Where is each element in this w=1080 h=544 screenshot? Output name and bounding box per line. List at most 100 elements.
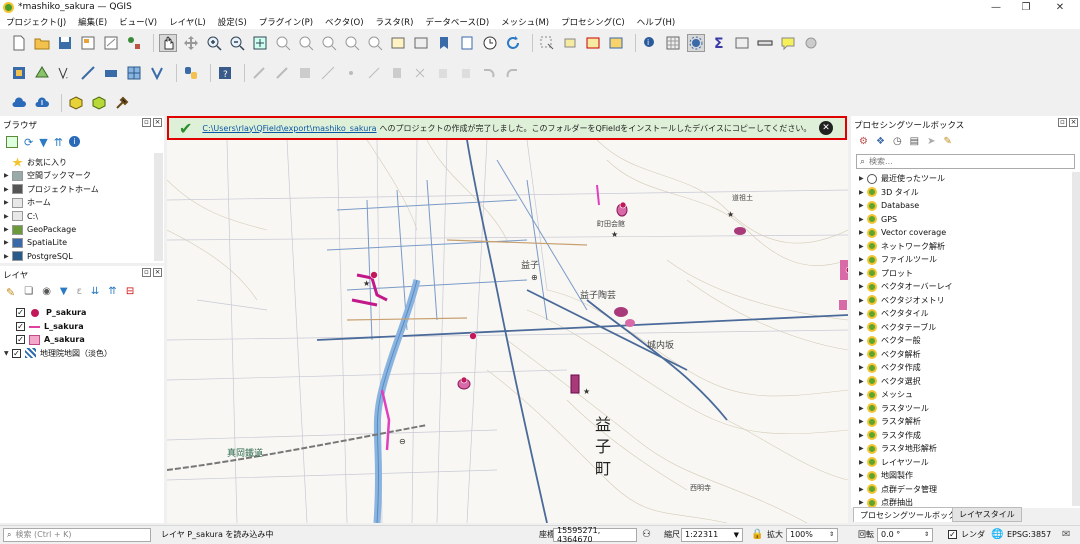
expand-arrow-icon[interactable]: ▶ — [859, 405, 867, 412]
redo-icon[interactable] — [503, 64, 521, 82]
layer-item[interactable]: ▼ ✓ 地理院地図（淡色） — [4, 347, 112, 360]
close-window-button[interactable]: ✕ — [1048, 0, 1072, 14]
history-icon[interactable]: ◷ — [893, 136, 902, 147]
processing-group-item[interactable]: ▶ ベクタタイル — [859, 307, 929, 320]
rotation-field[interactable]: 0.0 ° ⇕ — [877, 527, 933, 542]
layer-visibility-checkbox[interactable]: ✓ — [12, 348, 21, 358]
processing-group-item[interactable]: ▶ ベクタ解析 — [859, 348, 921, 361]
show-bookmarks-icon[interactable] — [458, 34, 476, 52]
layer-visibility-checkbox[interactable]: ✓ — [16, 335, 25, 345]
filter-expression-icon[interactable]: ε — [77, 286, 82, 299]
zoom-last-icon[interactable] — [343, 34, 361, 52]
data-source-manager-icon[interactable] — [10, 64, 28, 82]
save-edits-icon[interactable] — [296, 64, 314, 82]
render-checkbox[interactable]: ✓ — [948, 530, 957, 539]
processing-group-item[interactable]: ▶ 最近使ったツール — [859, 172, 945, 185]
expand-arrow-icon[interactable]: ▶ — [859, 310, 867, 317]
vertex-tool-icon[interactable] — [342, 64, 360, 82]
expand-arrow-icon[interactable]: ▶ — [859, 216, 867, 223]
identify-features-icon[interactable]: i — [641, 34, 659, 52]
expand-arrow-icon[interactable]: ▶ — [859, 445, 867, 452]
float-panel-icon[interactable]: ▫ — [142, 118, 151, 127]
edit-features-in-place-icon[interactable]: ➤ — [927, 136, 935, 147]
menu-database[interactable]: データベース(D) — [425, 16, 489, 28]
expand-arrow-icon[interactable]: ▶ — [4, 186, 12, 193]
float-panel-icon[interactable]: ▫ — [1058, 118, 1067, 127]
layer-item[interactable]: ✓ A_sakura — [16, 333, 85, 346]
menu-layer[interactable]: レイヤ(L) — [169, 16, 206, 28]
style-manager-icon[interactable] — [125, 34, 143, 52]
add-delimited-text-icon[interactable]: , — [56, 64, 74, 82]
expand-arrow-icon[interactable]: ▶ — [859, 297, 867, 304]
processing-options-icon[interactable]: ✎ — [944, 136, 952, 147]
current-edits-icon[interactable] — [273, 64, 291, 82]
remove-layer-icon[interactable]: ⊟ — [126, 286, 134, 299]
expand-arrow-icon[interactable]: ▶ — [859, 391, 867, 398]
close-panel-icon[interactable]: × — [153, 118, 162, 127]
zoom-to-selection-icon[interactable] — [274, 34, 292, 52]
filter-browser-icon[interactable]: ▼ — [39, 136, 47, 149]
zoom-next-icon[interactable] — [366, 34, 384, 52]
coordinate-field[interactable]: 15595271, 4364670 — [553, 526, 637, 544]
browser-item[interactable]: ▶ SpatiaLite — [4, 236, 67, 249]
cloud-icon[interactable] — [10, 94, 28, 112]
processing-group-item[interactable]: ▶ ラスタツール — [859, 402, 929, 415]
processing-group-item[interactable]: ▶ 点群データ管理 — [859, 483, 937, 496]
project-configuration-icon[interactable] — [113, 94, 131, 112]
processing-group-item[interactable]: ▶ ベクタテーブル — [859, 321, 936, 334]
add-group-icon[interactable]: ❏ — [24, 286, 33, 299]
processing-toolbox-icon[interactable] — [687, 34, 705, 52]
expand-arrow-icon[interactable]: ▶ — [4, 239, 12, 246]
python-console-icon[interactable] — [182, 64, 200, 82]
menu-mesh[interactable]: メッシュ(M) — [501, 16, 549, 28]
add-spatialite-icon[interactable] — [148, 64, 166, 82]
processing-group-item[interactable]: ▶ 地図製作 — [859, 469, 913, 482]
processing-group-item[interactable]: ▶ ベクター般 — [859, 334, 921, 347]
new-map-view-icon[interactable] — [389, 34, 407, 52]
delete-selected-icon[interactable] — [388, 64, 406, 82]
properties-icon[interactable]: i — [68, 136, 80, 147]
maximize-button[interactable]: ❐ — [1014, 0, 1038, 14]
results-viewer-icon[interactable]: ▤ — [910, 136, 919, 147]
zoom-in-icon[interactable] — [205, 34, 223, 52]
processing-group-item[interactable]: ▶ ベクタオーバーレイ — [859, 280, 953, 293]
zoom-native-icon[interactable] — [320, 34, 338, 52]
browser-item[interactable]: ▶ GeoPackage — [4, 223, 76, 236]
undo-icon[interactable] — [480, 64, 498, 82]
refresh-icon[interactable] — [504, 34, 522, 52]
scripts-icon[interactable]: ❖ — [876, 136, 885, 147]
collapse-arrow-icon[interactable]: ▼ — [4, 350, 12, 357]
expand-arrow-icon[interactable]: ▶ — [859, 432, 867, 439]
processing-group-item[interactable]: ▶ 3D タイル — [859, 186, 919, 199]
toggle-editing-icon[interactable] — [250, 64, 268, 82]
menu-raster[interactable]: ラスタ(R) — [376, 16, 414, 28]
refresh-browser-icon[interactable]: ⟳ — [24, 136, 33, 149]
processing-group-item[interactable]: ▶ Vector coverage — [859, 226, 946, 239]
add-wms-icon[interactable] — [102, 64, 120, 82]
layer-visibility-checkbox[interactable]: ✓ — [16, 308, 25, 317]
map-canvas[interactable]: 益子 益子陶芸 城内坂 真岡鐵道 西明寺 道祖土 町田会館 益 子 町 ★ ★ ★ ★… — [167, 140, 848, 523]
locator-search[interactable]: ⌕ 検索 (Ctrl + K) — [3, 527, 151, 542]
select-by-value-icon[interactable] — [561, 34, 579, 52]
layout-manager-icon[interactable] — [102, 34, 120, 52]
close-message-icon[interactable]: ✕ — [819, 121, 833, 135]
tab-layer-styling[interactable]: レイヤスタイル — [952, 507, 1022, 522]
deselect-icon[interactable] — [584, 34, 602, 52]
expand-arrow-icon[interactable]: ▶ — [859, 229, 867, 236]
expand-arrow-icon[interactable]: ▶ — [859, 499, 867, 506]
save-project-icon[interactable] — [56, 34, 74, 52]
processing-group-item[interactable]: ▶ ラスタ地形解析 — [859, 442, 937, 455]
menu-processing[interactable]: プロセシング(C) — [561, 16, 625, 28]
layer-item[interactable]: ✓ L_sakura — [16, 320, 84, 333]
layer-visibility-checkbox[interactable]: ✓ — [16, 321, 25, 331]
zoom-out-icon[interactable] — [228, 34, 246, 52]
show-layout-icon[interactable] — [733, 34, 751, 52]
pan-to-selection-icon[interactable] — [182, 34, 200, 52]
processing-group-item[interactable]: ▶ GPS — [859, 213, 897, 226]
toolbox-grid-icon[interactable] — [664, 34, 682, 52]
menu-settings[interactable]: 設定(S) — [218, 16, 247, 28]
collapse-all-icon[interactable]: ⇈ — [54, 136, 63, 149]
minimize-button[interactable]: — — [984, 0, 1008, 14]
select-features-icon[interactable] — [538, 34, 556, 52]
expand-arrow-icon[interactable]: ▶ — [859, 418, 867, 425]
